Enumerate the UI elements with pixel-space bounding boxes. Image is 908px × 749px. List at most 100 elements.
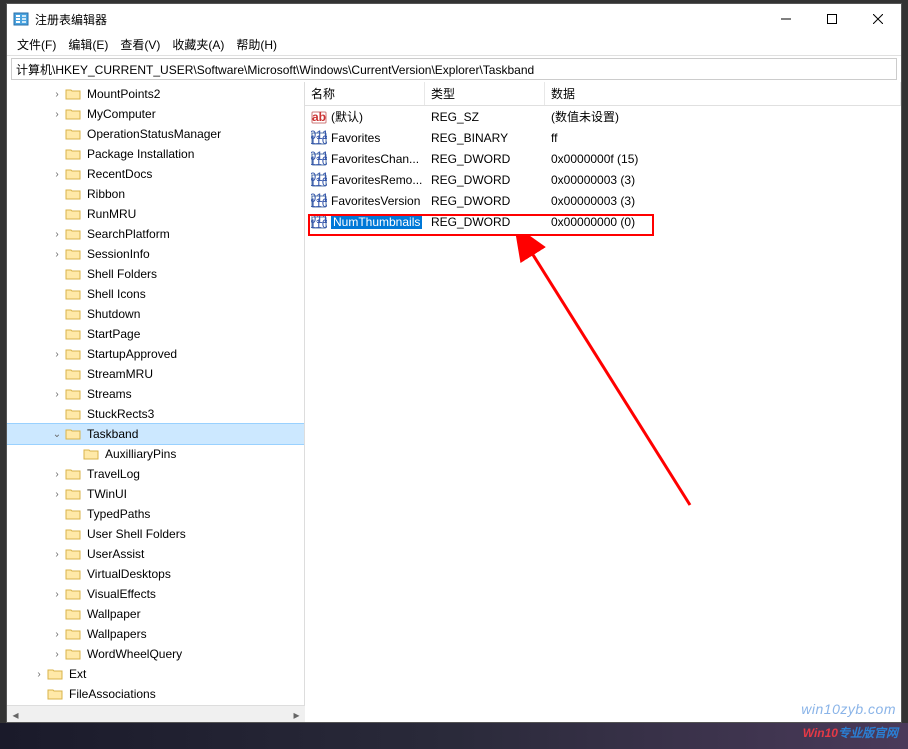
tree-item-userassist[interactable]: › UserAssist bbox=[7, 544, 304, 564]
scroll-left-button[interactable]: ◂ bbox=[7, 706, 24, 723]
value-data: 0x0000000f (15) bbox=[545, 152, 901, 166]
tree-item-stuckrects3[interactable]: StuckRects3 bbox=[7, 404, 304, 424]
tree-item-startupapproved[interactable]: › StartupApproved bbox=[7, 344, 304, 364]
tree-item-shell-icons[interactable]: Shell Icons bbox=[7, 284, 304, 304]
tree-item-twinui[interactable]: ›TWinUI bbox=[7, 484, 304, 504]
tree-item-streammru[interactable]: StreamMRU bbox=[7, 364, 304, 384]
menu-edit[interactable]: 编辑(E) bbox=[62, 34, 114, 55]
folder-icon bbox=[65, 527, 81, 541]
tree-item-visualeffects[interactable]: ›VisualEffects bbox=[7, 584, 304, 604]
folder-icon bbox=[65, 247, 81, 261]
value-row[interactable]: 011110FavoritesChan...REG_DWORD0x0000000… bbox=[305, 148, 901, 169]
tree-item-user-shell-folders[interactable]: User Shell Folders bbox=[7, 524, 304, 544]
value-name: (默认) bbox=[331, 108, 363, 125]
expander-icon[interactable]: › bbox=[51, 629, 63, 640]
tree-item-package-installation[interactable]: Package Installation bbox=[7, 144, 304, 164]
expander-icon[interactable]: › bbox=[51, 549, 63, 560]
value-row[interactable]: 011110FavoritesREG_BINARYff bbox=[305, 127, 901, 148]
maximize-button[interactable] bbox=[809, 4, 855, 34]
tree-item-shutdown[interactable]: Shutdown bbox=[7, 304, 304, 324]
list-header: 名称 类型 数据 bbox=[305, 82, 901, 106]
tree-item-label: User Shell Folders bbox=[85, 527, 188, 541]
value-type: REG_DWORD bbox=[425, 152, 545, 166]
folder-icon bbox=[65, 407, 81, 421]
scroll-right-button[interactable]: ▸ bbox=[288, 706, 305, 723]
expander-icon[interactable]: › bbox=[51, 249, 63, 260]
expander-icon[interactable]: › bbox=[51, 469, 63, 480]
tree-item-ribbon[interactable]: Ribbon bbox=[7, 184, 304, 204]
tree-item-filehistory[interactable]: ›FileHistory bbox=[7, 704, 304, 705]
tree-item-startpage[interactable]: StartPage bbox=[7, 324, 304, 344]
folder-icon bbox=[65, 387, 81, 401]
expander-icon[interactable]: ⌄ bbox=[51, 429, 63, 440]
tree-item-wallpaper[interactable]: Wallpaper bbox=[7, 604, 304, 624]
tree-item-recentdocs[interactable]: › RecentDocs bbox=[7, 164, 304, 184]
value-row[interactable]: ab(默认)REG_SZ(数值未设置) bbox=[305, 106, 901, 127]
menu-view[interactable]: 查看(V) bbox=[114, 34, 166, 55]
tree-panel[interactable]: › MountPoints2 ›MyComputerOperationStatusM… bbox=[7, 82, 305, 705]
menu-file[interactable]: 文件(F) bbox=[11, 34, 62, 55]
tree-item-streams[interactable]: ›Streams bbox=[7, 384, 304, 404]
svg-text:110: 110 bbox=[311, 175, 327, 188]
value-row[interactable]: 011110NumThumbnailsREG_DWORD0x00000000 (… bbox=[305, 211, 901, 232]
tree-item-travellog[interactable]: ›TravelLog bbox=[7, 464, 304, 484]
tree-item-wallpapers[interactable]: ›Wallpapers bbox=[7, 624, 304, 644]
expander-icon[interactable]: › bbox=[51, 109, 63, 120]
folder-icon bbox=[65, 187, 81, 201]
expander-icon[interactable]: › bbox=[51, 229, 63, 240]
expander-icon[interactable]: › bbox=[51, 489, 63, 500]
tree-item-label: Taskband bbox=[85, 427, 140, 441]
value-name: FavoritesVersion bbox=[331, 194, 420, 208]
expander-icon[interactable]: › bbox=[51, 589, 63, 600]
tree-item-sessioninfo[interactable]: ›SessionInfo bbox=[7, 244, 304, 264]
tree-item-searchplatform[interactable]: ›SearchPlatform bbox=[7, 224, 304, 244]
tree-item-runmru[interactable]: RunMRU bbox=[7, 204, 304, 224]
address-bar[interactable]: 计算机\HKEY_CURRENT_USER\Software\Microsoft… bbox=[11, 58, 897, 80]
tree-item-shell-folders[interactable]: Shell Folders bbox=[7, 264, 304, 284]
tree-scrollbar[interactable]: ◂ ▸ bbox=[7, 705, 305, 722]
list-body: ab(默认)REG_SZ(数值未设置)011110FavoritesREG_BI… bbox=[305, 106, 901, 232]
tree-item-label: Shutdown bbox=[85, 307, 142, 321]
value-type: REG_DWORD bbox=[425, 194, 545, 208]
tree-item-taskband[interactable]: ⌄ Taskband bbox=[7, 424, 304, 444]
menu-favorites[interactable]: 收藏夹(A) bbox=[166, 34, 230, 55]
titlebar[interactable]: 注册表编辑器 bbox=[7, 4, 901, 34]
minimize-button[interactable] bbox=[763, 4, 809, 34]
folder-icon bbox=[65, 427, 81, 441]
tree-item-fileassociations[interactable]: FileAssociations bbox=[7, 684, 304, 704]
tree-item-mycomputer[interactable]: ›MyComputer bbox=[7, 104, 304, 124]
tree-item-typedpaths[interactable]: TypedPaths bbox=[7, 504, 304, 524]
tree-item-ext[interactable]: ›Ext bbox=[7, 664, 304, 684]
folder-icon bbox=[65, 227, 81, 241]
tree-item-label: StartupApproved bbox=[85, 347, 179, 361]
tree-item-auxilliarypins[interactable]: AuxilliaryPins bbox=[7, 444, 304, 464]
value-name: FavoritesRemo... bbox=[331, 173, 422, 187]
expander-icon[interactable]: › bbox=[51, 169, 63, 180]
scroll-track[interactable] bbox=[24, 706, 288, 722]
menu-help[interactable]: 帮助(H) bbox=[230, 34, 283, 55]
header-name[interactable]: 名称 bbox=[305, 82, 425, 105]
expander-icon[interactable]: › bbox=[51, 389, 63, 400]
tree-item-label: WordWheelQuery bbox=[85, 647, 184, 661]
tree-item-label: UserAssist bbox=[85, 547, 146, 561]
tree-item-operationstatusmanager[interactable]: OperationStatusManager bbox=[7, 124, 304, 144]
values-panel[interactable]: 名称 类型 数据 ab(默认)REG_SZ(数值未设置)011110Favori… bbox=[305, 82, 901, 705]
tree-item-wordwheelquery[interactable]: › WordWheelQuery bbox=[7, 644, 304, 664]
expander-icon[interactable]: › bbox=[51, 89, 63, 100]
tree-item-mountpoints2[interactable]: › MountPoints2 bbox=[7, 84, 304, 104]
value-data: 0x00000003 (3) bbox=[545, 173, 901, 187]
regedit-window: 注册表编辑器 文件(F) 编辑(E) 查看(V) 收藏夹(A) 帮助(H) 计算… bbox=[6, 3, 902, 723]
expander-icon[interactable]: › bbox=[51, 349, 63, 360]
close-button[interactable] bbox=[855, 4, 901, 34]
value-row[interactable]: 011110FavoritesVersionREG_DWORD0x0000000… bbox=[305, 190, 901, 211]
expander-icon[interactable]: › bbox=[33, 669, 45, 680]
tree-item-label: MountPoints2 bbox=[85, 87, 162, 101]
expander-icon[interactable]: › bbox=[51, 649, 63, 660]
tree-item-label: StuckRects3 bbox=[85, 407, 156, 421]
tree-item-virtualdesktops[interactable]: VirtualDesktops bbox=[7, 564, 304, 584]
header-data[interactable]: 数据 bbox=[545, 82, 901, 105]
tree-item-label: RecentDocs bbox=[85, 167, 154, 181]
value-row[interactable]: 011110FavoritesRemo...REG_DWORD0x0000000… bbox=[305, 169, 901, 190]
binary-value-icon: 011110 bbox=[311, 130, 327, 146]
header-type[interactable]: 类型 bbox=[425, 82, 545, 105]
